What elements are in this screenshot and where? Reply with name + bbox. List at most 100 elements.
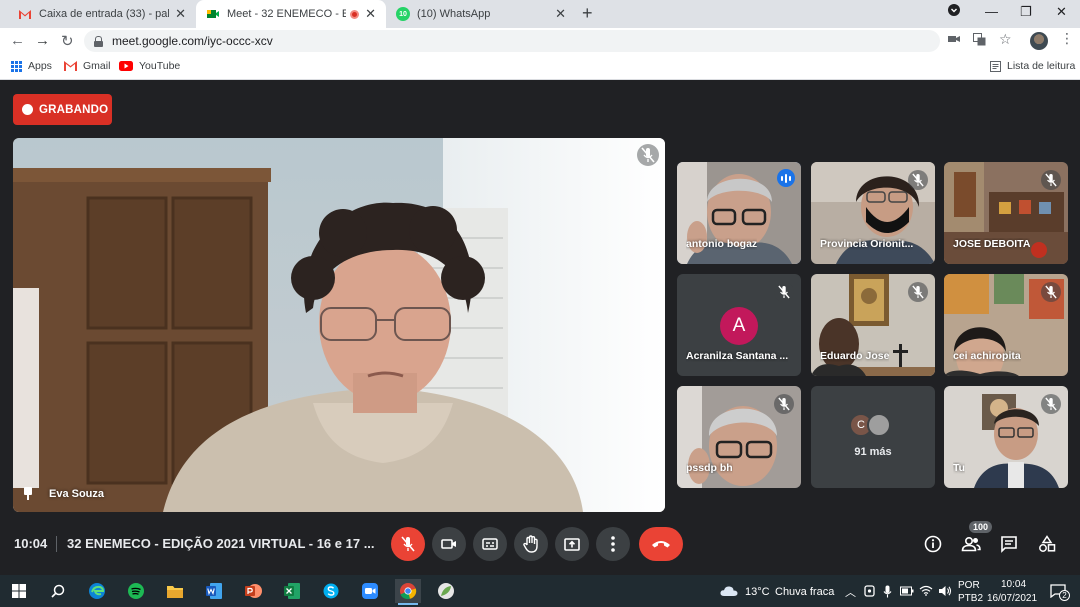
close-tab-icon[interactable]: ✕ (175, 6, 186, 22)
taskbar-app[interactable] (434, 579, 458, 603)
toggle-camera-button[interactable] (432, 527, 466, 561)
tab-whatsapp[interactable]: 10 (10) WhatsApp ✕ (386, 0, 576, 28)
apps-grid-icon (11, 60, 22, 72)
reading-list-icon (990, 60, 1001, 72)
volume-icon[interactable] (938, 585, 952, 597)
clock-time[interactable]: 10:04 (1001, 579, 1026, 590)
mic-off-indicator (908, 170, 928, 190)
windows-logo-icon (12, 584, 26, 598)
taskbar-zoom[interactable] (358, 579, 382, 603)
more-participants-count: 91 más (854, 446, 892, 458)
language-primary[interactable]: POR (958, 580, 980, 591)
battery-icon[interactable] (900, 586, 914, 596)
taskbar-powerpoint[interactable] (241, 579, 265, 603)
bookmark-apps[interactable]: Apps (11, 60, 52, 72)
recording-badge[interactable]: GRABANDO (13, 94, 112, 125)
bookmark-gmail[interactable]: Gmail (64, 60, 110, 72)
camera-in-use-icon[interactable] (948, 33, 960, 47)
leave-call-button[interactable] (639, 527, 683, 561)
mic-off-icon (1045, 397, 1057, 411)
more-options-button[interactable] (596, 527, 630, 561)
captions-button[interactable] (473, 527, 507, 561)
meet-call-area: GRABANDO Eva Souza antonio bogaz Provinc… (0, 81, 1080, 575)
weather-temp[interactable]: 13°C (745, 586, 770, 598)
gmail-icon (19, 10, 31, 19)
raise-hand-button[interactable] (514, 527, 548, 561)
meeting-details-button[interactable] (922, 533, 944, 555)
participant-tile[interactable]: cei achiropita (944, 274, 1068, 376)
minimize-button[interactable]: — (985, 4, 998, 19)
people-button[interactable] (960, 533, 982, 555)
participant-tile[interactable]: JOSE DEBOITA (944, 162, 1068, 264)
bookmark-youtube[interactable]: YouTube (119, 60, 180, 72)
participant-tile[interactable]: antonio bogaz (677, 162, 801, 264)
chat-button[interactable] (998, 533, 1020, 555)
taskbar-chrome[interactable] (395, 579, 421, 605)
back-button[interactable]: ← (10, 32, 25, 49)
present-screen-button[interactable] (555, 527, 589, 561)
new-tab-button[interactable]: + (582, 3, 593, 24)
toggle-mic-button[interactable] (391, 527, 425, 561)
weather-desc[interactable]: Chuva fraca (775, 586, 834, 598)
spotify-icon (128, 583, 144, 599)
avatar (867, 413, 891, 437)
participant-name: cei achiropita (953, 350, 1021, 362)
forward-button[interactable]: → (35, 32, 50, 49)
close-tab-icon[interactable]: ✕ (365, 6, 376, 22)
activities-button[interactable] (1036, 533, 1058, 555)
tray-chevron-up-icon[interactable]: ︿ (845, 584, 856, 600)
windows-start-button[interactable] (7, 579, 31, 603)
browser-tab-bar: Caixa de entrada (33) - pablojun ✕ Meet … (0, 0, 1080, 28)
powerpoint-icon (245, 584, 262, 598)
taskbar-excel[interactable] (280, 579, 304, 603)
participant-name: JOSE DEBOITA (953, 238, 1031, 250)
restore-button[interactable]: ❐ (1020, 4, 1032, 20)
meeting-title[interactable]: 32 ENEMECO - EDIÇÃO 2021 VIRTUAL - 16 e … (67, 536, 375, 551)
taskbar-search-button[interactable] (46, 579, 70, 603)
mic-off-icon (778, 397, 790, 411)
reload-button[interactable]: ↻ (61, 32, 74, 50)
clock-date[interactable]: 16/07/2021 (987, 593, 1037, 604)
meet-tray-icon[interactable] (864, 585, 875, 597)
chat-icon (1001, 536, 1017, 553)
taskbar-skype[interactable] (319, 579, 343, 603)
translate-icon[interactable] (973, 33, 986, 49)
participant-name: Tu (953, 462, 966, 474)
more-participants-tile[interactable]: C 91 más (811, 386, 935, 488)
close-window-button[interactable]: ✕ (1056, 4, 1067, 20)
language-secondary[interactable]: PTB2 (958, 593, 983, 604)
camera-icon (441, 539, 456, 549)
participant-tile[interactable]: pssdp bh (677, 386, 801, 488)
profile-avatar[interactable] (1030, 32, 1048, 50)
microphone-tray-icon[interactable] (883, 585, 892, 598)
bookmark-label: Gmail (83, 60, 111, 72)
taskbar-spotify[interactable] (124, 579, 148, 603)
more-menu-icon[interactable]: ⋮ (1060, 30, 1074, 47)
url-field[interactable]: meet.google.com/iyc-occc-xcv (84, 30, 940, 52)
tab-search-icon[interactable] (948, 4, 960, 19)
tab-meet[interactable]: Meet - 32 ENEMECO - EDIÇ ✕ (196, 0, 386, 28)
tab-gmail[interactable]: Caixa de entrada (33) - pablojun ✕ (8, 0, 196, 28)
wifi-icon[interactable] (919, 585, 933, 596)
participant-tile[interactable]: Eduardo Jose (811, 274, 935, 376)
star-bookmark-icon[interactable]: ☆ (999, 31, 1012, 48)
info-icon (924, 535, 942, 553)
speaking-indicator-icon (777, 169, 795, 187)
taskbar-edge[interactable] (85, 579, 109, 603)
participant-tile[interactable]: Provincia Orionit... (811, 162, 935, 264)
pin-icon[interactable] (23, 487, 33, 500)
main-video-tile[interactable]: Eva Souza (13, 138, 665, 512)
weather-cloud-icon (720, 586, 738, 596)
close-tab-icon[interactable]: ✕ (555, 6, 566, 22)
reading-list-button[interactable]: Lista de leitura (990, 60, 1075, 72)
reading-list-label: Lista de leitura (1007, 60, 1076, 72)
notification-center-button[interactable]: 2 (1046, 579, 1070, 603)
notification-count: 2 (1059, 590, 1070, 601)
tab-title: Meet - 32 ENEMECO - EDIÇ (227, 8, 347, 20)
participant-tile[interactable]: A Acranilza Santana ... (677, 274, 801, 376)
taskbar-word[interactable] (202, 579, 226, 603)
bookmark-label: YouTube (139, 60, 181, 72)
url-text: meet.google.com/iyc-occc-xcv (112, 34, 273, 48)
taskbar-file-explorer[interactable] (163, 579, 187, 603)
self-view-tile[interactable]: Tu (944, 386, 1068, 488)
